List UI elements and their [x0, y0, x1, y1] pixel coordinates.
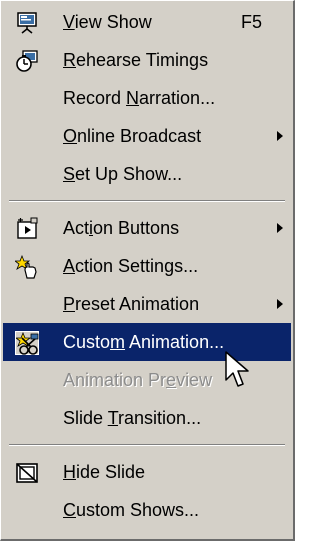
label-text: ehearse Timings: [76, 50, 209, 70]
menu-item-label: Slide Transition...: [63, 408, 201, 429]
custom-animation-icon: [14, 331, 39, 355]
label-text: reset Animation: [75, 294, 200, 314]
action-settings-icon: [13, 254, 39, 279]
menu-item-action-settings[interactable]: Action Settings...: [3, 247, 291, 285]
label-text: Act: [63, 218, 90, 238]
shortcut-key: F5: [241, 12, 263, 32]
label-text: ction Settings...: [75, 256, 199, 276]
menu-item-label: Action Settings...: [63, 256, 198, 277]
submenu-arrow-icon: [277, 223, 283, 233]
label-text: view: [176, 370, 213, 390]
rehearse-timings-icon: [15, 49, 39, 73]
mnemonic-letter: T: [107, 408, 119, 428]
mnemonic-letter: S: [63, 164, 76, 184]
action-buttons-icon: [15, 217, 39, 241]
mnemonic-letter: e: [166, 370, 177, 390]
menu-item-label: Action Buttons: [63, 218, 179, 239]
menu-separator: [3, 193, 291, 209]
menu-item-label: Preset Animation: [63, 294, 199, 315]
mnemonic-letter: H: [63, 462, 76, 482]
label-text: Record: [63, 88, 127, 108]
submenu-arrow-icon: [277, 299, 283, 309]
arrow-cursor-icon: [225, 351, 249, 387]
menu-item-rehearse-timings[interactable]: Rehearse Timings: [3, 41, 291, 79]
menu-item-label: Custom Shows...: [63, 500, 199, 521]
menu-item-preset-animation[interactable]: Preset Animation: [3, 285, 291, 323]
mnemonic-letter: R: [63, 50, 76, 70]
menu-item-online-broadcast[interactable]: Online Broadcast: [3, 117, 291, 155]
view-show-icon: [15, 11, 39, 35]
mnemonic-letter: P: [63, 294, 76, 314]
label-text: ransition...: [118, 408, 202, 428]
menu-item-action-buttons[interactable]: Action Buttons: [3, 209, 291, 247]
label-text: nline Broadcast: [77, 126, 202, 146]
menu-list: View Show F5 Rehearse Timings Record Narrat…: [3, 3, 291, 529]
label-text: iew Show: [74, 12, 152, 32]
mnemonic-letter: C: [63, 500, 76, 520]
menu-item-label: Hide Slide: [63, 462, 145, 483]
menu-item-set-up-show[interactable]: Set Up Show...: [3, 155, 291, 193]
menu-item-label: Record Narration...: [63, 88, 215, 109]
menu-item-label: Rehearse Timings: [63, 50, 208, 71]
mnemonic-letter: A: [63, 256, 76, 276]
hide-slide-icon: [15, 461, 39, 485]
label-text: on Buttons: [93, 218, 180, 238]
menu-separator: [3, 437, 291, 453]
mnemonic-letter: N: [126, 88, 140, 108]
menu-item-label: Animation Preview: [63, 370, 212, 391]
label-text: ustom Shows...: [76, 500, 200, 520]
menu-item-record-narration[interactable]: Record Narration...: [3, 79, 291, 117]
label-text: arration...: [139, 88, 216, 108]
label-text: Animation...: [125, 332, 225, 352]
submenu-arrow-icon: [277, 131, 283, 141]
mnemonic-letter: O: [63, 126, 78, 146]
menu-item-hide-slide[interactable]: Hide Slide: [3, 453, 291, 491]
label-text: Custo: [63, 332, 111, 352]
label-text: Animation Pr: [63, 370, 167, 390]
label-text: et Up Show...: [75, 164, 183, 184]
mnemonic-letter: m: [110, 332, 126, 352]
menu-item-view-show[interactable]: View Show F5: [3, 3, 291, 41]
menu-item-label: Online Broadcast: [63, 126, 201, 147]
menu-item-label: Set Up Show...: [63, 164, 182, 185]
mnemonic-letter: V: [63, 12, 75, 32]
label-text: ide Slide: [76, 462, 146, 482]
menu-item-label: Custom Animation...: [63, 332, 224, 353]
menu-item-custom-shows[interactable]: Custom Shows...: [3, 491, 291, 529]
menu-item-label: View Show: [63, 12, 152, 33]
menu-item-slide-transition[interactable]: Slide Transition...: [3, 399, 291, 437]
label-text: Slide: [63, 408, 108, 428]
slide-show-menu: View Show F5 Rehearse Timings Record Narrat…: [0, 0, 295, 541]
